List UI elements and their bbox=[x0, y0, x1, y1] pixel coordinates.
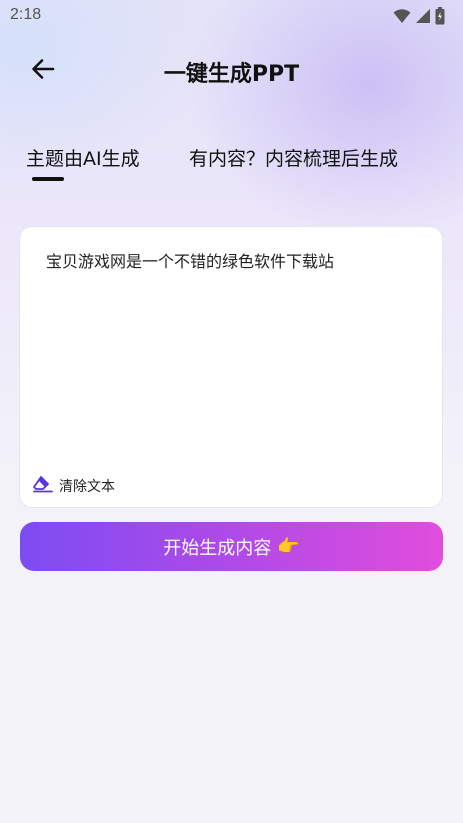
tab-content-organize[interactable]: 有内容？内容梳理后生成 bbox=[189, 144, 398, 171]
header: 一键生成PPT bbox=[0, 46, 463, 96]
wifi-icon bbox=[393, 8, 411, 28]
eraser-icon bbox=[33, 475, 53, 497]
status-icons bbox=[393, 7, 445, 29]
clear-text-button[interactable]: 清除文本 bbox=[33, 475, 115, 497]
pointing-hand-icon: 👉 bbox=[277, 536, 300, 557]
text-input-card[interactable]: 宝贝游戏网是一个不错的绿色软件下载站 清除文本 bbox=[20, 227, 442, 507]
active-tab-indicator bbox=[32, 177, 64, 181]
tab-ai-theme[interactable]: 主题由AI生成 bbox=[26, 144, 140, 171]
clear-text-label: 清除文本 bbox=[59, 479, 115, 495]
tab-bar: 主题由AI生成 有内容？内容梳理后生成 bbox=[0, 140, 463, 190]
start-generate-button[interactable]: 开始生成内容 👉 bbox=[20, 522, 443, 571]
page-title: 一键生成PPT bbox=[163, 62, 300, 87]
start-generate-label: 开始生成内容 bbox=[163, 537, 272, 559]
cellular-signal-icon bbox=[415, 8, 431, 28]
status-time: 2:18 bbox=[10, 6, 42, 23]
text-input-content[interactable]: 宝贝游戏网是一个不错的绿色软件下载站 bbox=[46, 249, 422, 275]
battery-icon bbox=[435, 7, 445, 29]
status-bar: 2:18 bbox=[0, 0, 463, 32]
